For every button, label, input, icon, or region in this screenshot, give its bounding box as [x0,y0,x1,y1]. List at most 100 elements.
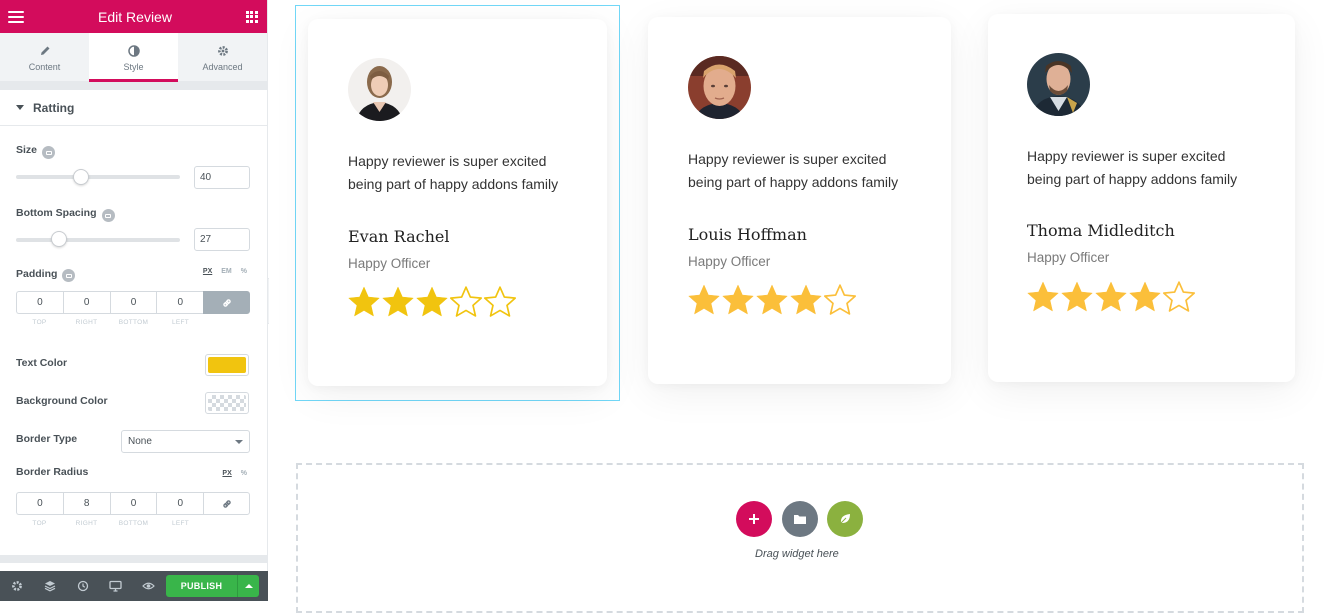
tab-style[interactable]: Style [89,33,178,82]
plus-icon [749,514,759,524]
padding-label: Padding [16,267,58,280]
review-text-line: Happy reviewer is super excited [1027,148,1226,164]
contrast-icon [127,43,140,59]
review-text-line: being part of happy addons family [1027,171,1238,187]
section-title: Ratting [33,100,75,115]
star-filled-icon [756,284,788,315]
background-color-picker[interactable] [205,392,249,414]
review-text-line: being part of happy addons family [348,176,559,192]
reviewer-name: Louis Hoffman [688,225,807,244]
review-card[interactable]: Happy reviewer is super excited being pa… [988,14,1295,382]
star-filled-icon [688,284,720,315]
star-filled-icon [1027,281,1059,312]
bottom-spacing-label: Bottom Spacing [16,206,97,219]
menu-icon[interactable] [8,10,24,23]
avatar [688,56,751,119]
publish-options-button[interactable] [237,575,259,597]
review-text: Happy reviewer is super excited being pa… [1027,145,1267,191]
radius-left-input[interactable]: 0 [156,492,204,515]
link-icon [222,499,231,508]
padding-bottom-input[interactable]: 0 [109,291,157,314]
side-label-left: LEFT [171,520,190,527]
star-empty-icon [823,284,857,315]
star-filled-icon [1095,281,1127,312]
publish-button[interactable]: PUBLISH [166,575,237,597]
star-empty-icon [1162,281,1196,312]
star-filled-icon [1061,281,1093,312]
review-text-line: Happy reviewer is super excited [348,153,547,169]
navigator-layers-icon[interactable] [33,571,66,601]
avatar [348,58,411,121]
happy-templates-button[interactable] [827,501,863,537]
unit-percent[interactable]: % [241,268,247,275]
leaf-icon [840,514,850,524]
review-card[interactable]: Happy reviewer is super excited being pa… [308,19,607,386]
tab-style-label: Style [123,61,144,72]
section-ratting-toggle[interactable]: Ratting [0,90,267,126]
panel-header: Edit Review [0,0,267,33]
padding-top-input[interactable]: 0 [16,291,63,314]
radius-link-button[interactable] [203,492,250,515]
responsive-desktop-icon[interactable] [62,269,76,282]
responsive-mode-icon[interactable] [99,571,132,601]
preview-eye-icon[interactable] [132,571,165,601]
padding-link-button[interactable] [203,291,250,314]
responsive-desktop-icon[interactable] [42,146,56,159]
radius-top-input[interactable]: 0 [16,492,63,515]
review-text: Happy reviewer is super excited being pa… [348,150,588,196]
history-icon[interactable] [66,571,99,601]
radius-right-input[interactable]: 8 [62,492,110,515]
border-radius-label: Border Radius [16,466,89,478]
radius-side-labels: TOP RIGHT BOTTOM LEFT [16,520,204,527]
unit-px[interactable]: PX [203,268,212,275]
tab-content[interactable]: Content [0,33,89,81]
star-filled-icon [348,286,380,317]
review-text-line: being part of happy addons family [688,174,899,190]
size-slider-handle[interactable] [73,169,89,185]
star-filled-icon [382,286,414,317]
tab-advanced-label: Advanced [202,61,243,72]
star-filled-icon [722,284,754,315]
padding-right-input[interactable]: 0 [62,291,110,314]
bottom-spacing-input[interactable]: 27 [194,228,250,251]
padding-left-input[interactable]: 0 [156,291,204,314]
border-radius-units: PX % [222,470,247,477]
text-color-swatch [208,357,246,373]
unit-em[interactable]: EM [221,268,232,275]
reviewer-title: Happy Officer [1027,250,1110,265]
widgets-grid-icon[interactable] [245,10,258,23]
border-type-select[interactable]: None [121,430,250,453]
pencil-icon [39,43,51,59]
background-color-label: Background Color [16,395,108,407]
review-card[interactable]: Happy reviewer is super excited being pa… [648,17,951,384]
bottom-spacing-slider[interactable] [16,238,180,242]
size-slider[interactable] [16,175,180,179]
side-label-bottom: BOTTOM [118,319,149,326]
star-rating [347,285,517,318]
responsive-desktop-icon[interactable] [101,209,115,222]
radius-bottom-input[interactable]: 0 [109,492,157,515]
add-section-button[interactable] [736,501,772,537]
unit-percent[interactable]: % [241,470,247,477]
bottom-spacing-slider-handle[interactable] [51,231,67,247]
chevron-down-icon [235,439,243,444]
star-filled-icon [790,284,822,315]
text-color-picker[interactable] [205,354,249,376]
size-input[interactable]: 40 [194,166,250,189]
side-label-top: TOP [32,319,47,326]
border-type-label: Border Type [16,433,78,445]
section-divider [0,82,267,90]
padding-units: PX EM % [203,268,247,275]
folder-icon [794,515,806,524]
star-filled-icon [1129,281,1161,312]
add-section-dropzone[interactable] [296,463,1304,613]
reviewer-title: Happy Officer [688,254,771,269]
tab-advanced[interactable]: Advanced [178,33,267,81]
star-filled-icon [416,286,448,317]
side-label-left: LEFT [171,319,190,326]
gear-icon [217,43,229,59]
size-label-row: Size [16,140,56,159]
unit-px[interactable]: PX [222,470,231,477]
settings-gear-icon[interactable] [0,571,33,601]
add-template-button[interactable] [782,501,818,537]
